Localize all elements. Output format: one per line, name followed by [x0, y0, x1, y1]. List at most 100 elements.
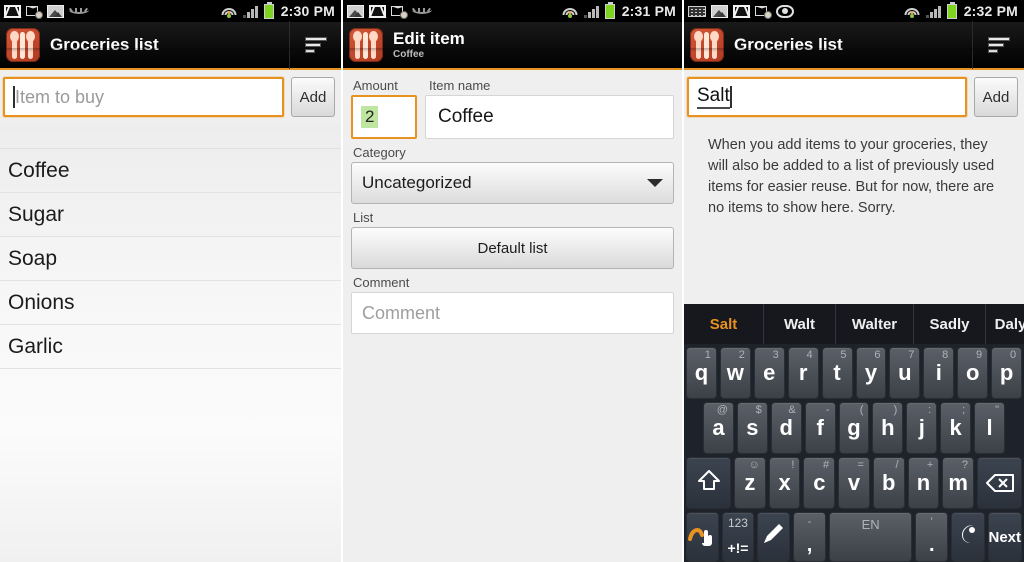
comment-input[interactable]: Comment [351, 292, 674, 334]
list-item[interactable]: Soap [0, 237, 341, 281]
key-b[interactable]: / b [872, 457, 905, 509]
handwriting-key[interactable] [756, 512, 790, 562]
key-a[interactable]: @ a [703, 402, 734, 454]
key-r[interactable]: 4r [787, 347, 819, 399]
wifi-icon [221, 5, 238, 18]
category-spinner[interactable]: Uncategorized [351, 162, 674, 204]
key-label: o [965, 360, 980, 385]
key-k[interactable]: ; k [940, 402, 972, 454]
key-label: l [986, 415, 993, 440]
voice-input-icon [957, 522, 979, 552]
suggestion-chip[interactable]: Salt [684, 304, 764, 344]
key-alt-label: ) [893, 404, 898, 416]
list-field-group: List Default list [351, 210, 674, 269]
item-name-input[interactable]: Coffee [425, 95, 674, 139]
key-l[interactable]: " l [974, 402, 1006, 454]
comma-key[interactable]: - , [792, 512, 827, 562]
item-name-label: Item name [429, 78, 491, 93]
suggestion-chip[interactable]: Walter [836, 304, 914, 344]
sort-list-button[interactable] [289, 21, 341, 69]
key-label: e [763, 360, 776, 385]
key-alt-label: / [895, 459, 899, 471]
sort-list-button[interactable] [972, 21, 1024, 69]
key-label: s [746, 415, 759, 440]
key-x[interactable]: ! x [768, 457, 801, 509]
key-s[interactable]: $ s [736, 402, 768, 454]
three-panel-screenshot: 2:30 PM Groceries list Item to buy Add C… [0, 0, 1024, 562]
list-item[interactable]: Sugar [0, 193, 341, 237]
enter-next-key[interactable]: Next [987, 512, 1023, 562]
list-item[interactable]: Garlic [0, 325, 341, 369]
list-item[interactable]: Coffee [0, 149, 341, 193]
symbols-key-bottom-label: +!= [727, 540, 749, 556]
eye-icon [776, 4, 794, 18]
key-e[interactable]: 3e [753, 347, 785, 399]
key-h[interactable]: ) h [872, 402, 904, 454]
key-d[interactable]: & d [770, 402, 802, 454]
add-item-row: Item to buy Add [0, 70, 341, 125]
comment-field-group: Comment Comment [351, 275, 674, 334]
item-input-placeholder: Item to buy [15, 86, 105, 107]
key-o[interactable]: 9o [957, 347, 989, 399]
key-f[interactable]: -f [804, 402, 836, 454]
key-u[interactable]: 7u [889, 347, 921, 399]
key-m[interactable]: ? m [942, 457, 974, 509]
panel-edit-item: 2:31 PM Edit item Coffee Amount Item nam… [341, 0, 682, 562]
key-alt-label: ? [961, 459, 968, 471]
suggestion-chip[interactable]: Daly [986, 304, 1024, 344]
key-i[interactable]: 8i [923, 347, 955, 399]
suggestion-chip[interactable]: Sadly [914, 304, 986, 344]
key-label: p [999, 360, 1014, 385]
key-y[interactable]: 6y [855, 347, 887, 399]
list-button[interactable]: Default list [351, 227, 674, 269]
shift-key[interactable] [686, 457, 732, 509]
symbols-key[interactable]: 123 +!= [722, 512, 754, 562]
key-alt-label: : [928, 404, 932, 416]
add-item-row: Salt Add [684, 70, 1024, 125]
key-w[interactable]: 2w [719, 347, 751, 399]
backspace-key[interactable] [976, 457, 1023, 509]
key-q[interactable]: 1q [686, 347, 717, 399]
key-label: d [779, 415, 793, 440]
period-key[interactable]: ' . [915, 512, 949, 562]
groceries-item-list[interactable]: Coffee Sugar Soap Onions Garlic [0, 125, 341, 562]
key-label: z [744, 470, 756, 495]
page-title: Groceries list [50, 35, 159, 55]
edit-item-form: Amount Item name 2 Coffee Category Uncat… [343, 70, 682, 562]
swipe-input-icon [687, 521, 718, 553]
space-key[interactable]: EN [829, 512, 913, 562]
page-title: Groceries list [734, 35, 843, 55]
action-bar-titles: Edit item Coffee [393, 29, 465, 60]
amount-input[interactable]: 2 [351, 95, 417, 139]
key-j[interactable]: :j [906, 402, 938, 454]
keyboard-row-3: ☺ z ! x # c = v / b + n ? m [684, 457, 1024, 509]
key-label: b [882, 470, 896, 495]
key-alt-label: + [926, 459, 934, 471]
key-c[interactable]: # c [803, 457, 836, 509]
list-item[interactable]: Onions [0, 281, 341, 325]
add-button[interactable]: Add [291, 77, 335, 117]
key-p[interactable]: 0p [991, 347, 1023, 399]
symbols-key-top-label: 123 [727, 516, 748, 530]
key-alt-label: 3 [772, 349, 779, 361]
swipe-input-key[interactable] [686, 512, 720, 562]
add-button[interactable]: Add [974, 77, 1018, 117]
clock: 2:31 PM [621, 3, 676, 19]
key-z[interactable]: ☺ z [734, 457, 766, 509]
key-t[interactable]: 5t [821, 347, 853, 399]
key-g[interactable]: (g [838, 402, 870, 454]
key-label: y [864, 360, 878, 385]
voice-input-key[interactable] [951, 512, 985, 562]
cutlery-app-icon[interactable] [6, 28, 40, 62]
key-v[interactable]: = v [838, 457, 870, 509]
item-to-buy-input[interactable]: Item to buy [3, 77, 284, 117]
key-label: , [806, 534, 813, 556]
item-to-buy-input[interactable]: Salt [687, 77, 967, 117]
suggestion-chip[interactable]: Walt [764, 304, 836, 344]
cutlery-app-icon[interactable] [349, 28, 383, 62]
key-n[interactable]: + n [907, 457, 940, 509]
key-alt-label: 2 [738, 349, 745, 361]
cutlery-app-icon[interactable] [690, 28, 724, 62]
soft-keyboard: Salt Walt Walter Sadly Daly 1q 2w 3e 4r … [684, 304, 1024, 562]
key-label: j [918, 415, 925, 440]
